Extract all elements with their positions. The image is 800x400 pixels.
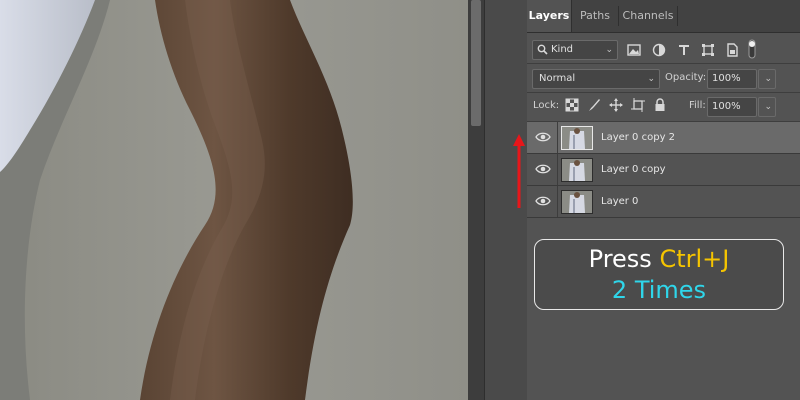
blend-mode-value: Normal <box>539 73 576 84</box>
image-filter-icon[interactable] <box>627 43 641 57</box>
layer-row[interactable]: Layer 0 copy 2 <box>527 122 800 154</box>
tab-separator <box>677 6 678 26</box>
panel-tabs: Layers Paths Channels <box>527 0 800 33</box>
canvas-photo <box>0 0 468 400</box>
lock-all-icon[interactable] <box>653 98 667 112</box>
search-icon <box>537 44 548 55</box>
opacity-dropdown-button[interactable]: ⌄ <box>758 69 776 89</box>
document-canvas[interactable] <box>0 0 468 400</box>
opacity-input[interactable]: 100% <box>707 69 757 89</box>
lock-row: Lock: Fill: 100% ⌄ <box>527 91 800 121</box>
layer-thumbnail-image <box>562 159 592 181</box>
opacity-value: 100% <box>712 73 741 84</box>
eye-visibility-icon[interactable] <box>535 163 551 175</box>
layer-thumbnail <box>561 126 593 150</box>
filter-kind-value: Kind <box>551 44 574 55</box>
chevron-down-icon: ⌄ <box>605 45 613 55</box>
canvas-vertical-scrollbar[interactable] <box>468 0 484 400</box>
tab-label: Channels <box>622 9 674 22</box>
lock-image-pixels-icon[interactable] <box>587 98 601 112</box>
shape-filter-icon[interactable] <box>701 43 715 57</box>
layer-name: Layer 0 <box>601 196 639 207</box>
eye-visibility-icon[interactable] <box>535 131 551 143</box>
tab-label: Layers <box>528 9 570 22</box>
layer-row[interactable]: Layer 0 <box>527 186 800 218</box>
layer-thumbnail <box>561 158 593 182</box>
tab-channels[interactable]: Channels <box>619 0 678 32</box>
chevron-down-icon: ⌄ <box>764 74 772 84</box>
callout-times-text: 2 Times <box>611 276 707 304</box>
layer-thumbnail-image <box>562 127 592 149</box>
adjustment-filter-icon[interactable] <box>652 43 666 57</box>
callout-line-1: Press Ctrl+J <box>535 245 783 273</box>
layer-name: Layer 0 copy <box>601 164 666 175</box>
layer-divider <box>557 186 558 217</box>
callout-press-text: Press <box>588 245 652 273</box>
blend-mode-select[interactable]: Normal ⌄ <box>532 69 660 89</box>
instruction-callout: Press Ctrl+J 2 Times <box>534 239 784 310</box>
fill-value: 100% <box>712 101 741 112</box>
filter-toggle-icon[interactable] <box>747 39 757 59</box>
scrollbar-thumb[interactable] <box>471 0 481 126</box>
chevron-down-icon: ⌄ <box>647 74 655 84</box>
chevron-down-icon: ⌄ <box>764 102 772 112</box>
fill-label: Fill: <box>689 100 706 111</box>
opacity-label: Opacity: <box>665 72 707 83</box>
lock-position-icon[interactable] <box>609 98 623 112</box>
type-filter-icon[interactable] <box>677 43 691 57</box>
lock-label: Lock: <box>533 100 560 111</box>
layer-divider <box>557 154 558 185</box>
blend-row: Normal ⌄ Opacity: 100% ⌄ <box>527 63 800 93</box>
callout-shortcut-text: Ctrl+J <box>659 245 730 273</box>
fill-dropdown-button[interactable]: ⌄ <box>758 97 776 117</box>
tab-paths[interactable]: Paths <box>572 0 619 32</box>
dock-divider <box>484 0 485 400</box>
lock-transparent-pixels-icon[interactable] <box>565 98 579 112</box>
layer-thumbnail <box>561 190 593 214</box>
layer-divider <box>557 122 558 153</box>
layer-name: Layer 0 copy 2 <box>601 132 676 143</box>
filter-kind-select[interactable]: Kind ⌄ <box>532 40 618 60</box>
tab-label: Paths <box>580 9 610 22</box>
up-arrow-annotation <box>513 134 525 208</box>
fill-input[interactable]: 100% <box>707 97 757 117</box>
layers-panel: Layers Paths Channels Kind ⌄ Normal ⌄ Op… <box>527 0 800 400</box>
lock-artboard-icon[interactable] <box>631 98 645 112</box>
tab-layers[interactable]: Layers <box>527 0 572 32</box>
layer-thumbnail-image <box>562 191 592 213</box>
filter-row: Kind ⌄ <box>527 34 800 64</box>
layer-row[interactable]: Layer 0 copy <box>527 154 800 186</box>
eye-visibility-icon[interactable] <box>535 195 551 207</box>
smart-object-filter-icon[interactable] <box>725 43 739 57</box>
